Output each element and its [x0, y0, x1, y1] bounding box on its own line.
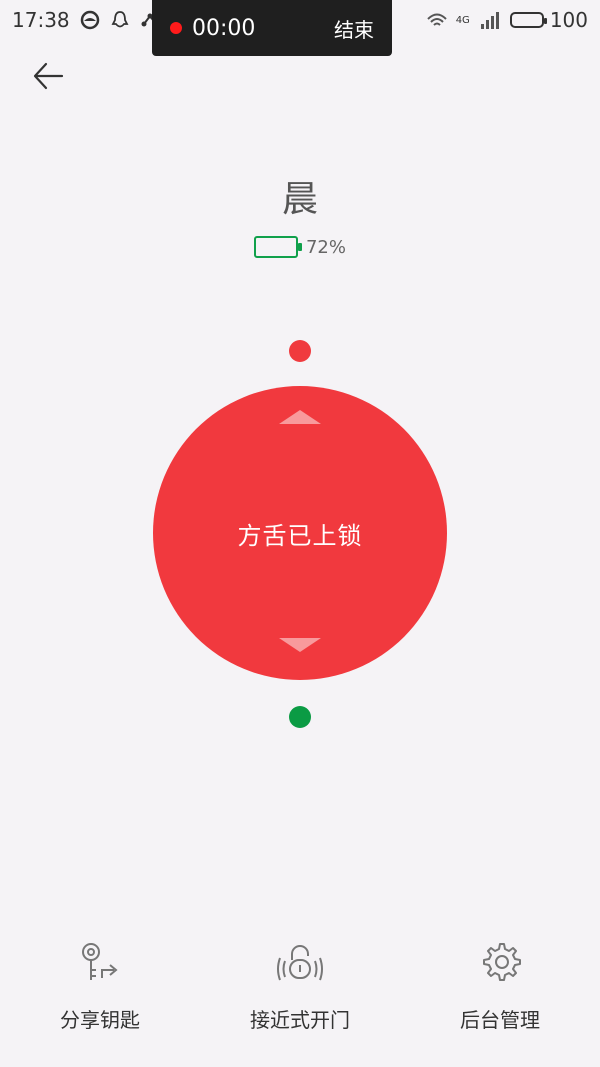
signal-icon — [480, 10, 500, 30]
status-battery: 100 — [509, 8, 588, 32]
share-key-label: 分享钥匙 — [60, 1008, 140, 1032]
admin-settings-label: 后台管理 — [460, 1008, 540, 1032]
device-name: 晨 — [281, 179, 318, 220]
lock-state-indicator-green — [289, 706, 311, 728]
lock-control-button[interactable]: 方舌已上锁 — [153, 386, 447, 680]
screen-recording-overlay: 00:00 结束 — [152, 0, 392, 56]
proximity-unlock-button[interactable]: 接近式开门 — [220, 940, 380, 1033]
proximity-unlock-icon — [276, 940, 324, 988]
lock-state-indicator-red — [289, 340, 311, 362]
recording-dot — [170, 22, 182, 34]
bottom-action-bar: 分享钥匙 接近式开门 后台管理 — [0, 940, 600, 1050]
status-bar-right: 4G 100 — [426, 8, 588, 32]
app-notification-icon — [80, 10, 100, 30]
qq-icon — [110, 10, 130, 30]
chevron-down-icon — [277, 636, 323, 660]
lock-battery: 72% — [0, 236, 600, 258]
lock-status-text: 方舌已上锁 — [237, 521, 363, 550]
back-button[interactable] — [28, 58, 68, 98]
gear-icon — [478, 940, 522, 988]
chevron-up-icon — [277, 406, 323, 430]
share-key-icon — [78, 940, 122, 988]
status-time: 17:38 — [12, 8, 70, 32]
lock-battery-icon — [253, 236, 302, 258]
recording-time: 00:00 — [192, 15, 256, 41]
network-type: 4G — [455, 14, 470, 26]
status-bar-left: 17:38 — [12, 8, 160, 32]
battery-icon — [509, 12, 547, 28]
wifi-icon — [426, 10, 447, 30]
admin-settings-button[interactable]: 后台管理 — [420, 940, 580, 1033]
end-recording-button[interactable]: 结束 — [334, 14, 374, 43]
arrow-left-icon — [32, 60, 64, 96]
share-key-button[interactable]: 分享钥匙 — [20, 940, 180, 1033]
proximity-unlock-label: 接近式开门 — [250, 1008, 350, 1032]
battery-percent: 72% — [305, 236, 346, 258]
battery-level: 100 — [549, 8, 588, 32]
